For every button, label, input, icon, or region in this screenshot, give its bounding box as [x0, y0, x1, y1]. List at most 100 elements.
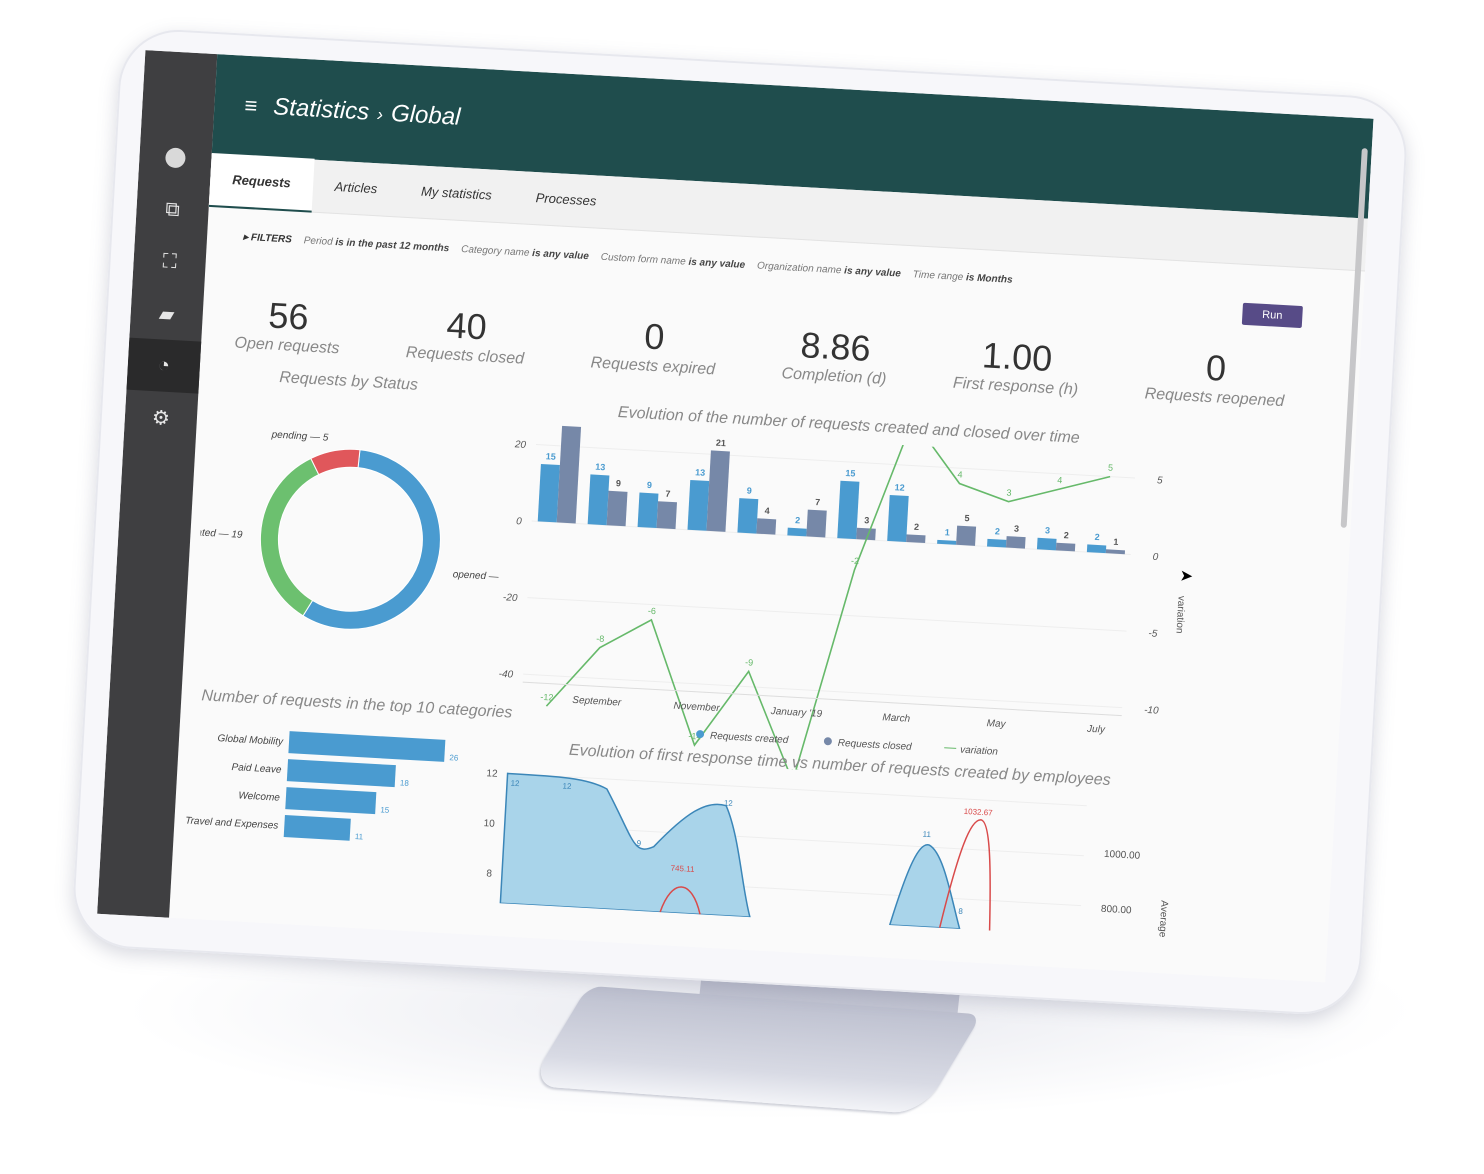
- bar-created: [737, 498, 759, 534]
- y-tick-left: -20: [503, 592, 518, 604]
- bar-created: [637, 492, 659, 529]
- breadcrumb-statistics[interactable]: Statistics: [273, 93, 370, 125]
- bar-closed: [606, 490, 628, 527]
- legend-label: variation: [960, 745, 999, 758]
- bar-closed: [656, 501, 678, 530]
- x-tick-label: January '19: [769, 706, 822, 720]
- variation-label: -12: [540, 692, 554, 703]
- legend-marker: [823, 737, 832, 746]
- statistics-icon: ◔: [157, 353, 171, 377]
- breadcrumb-separator: ›: [376, 104, 384, 125]
- settings-icon: ⚙: [151, 406, 171, 430]
- donut-chart: opened — 32created — 19pending — 5: [194, 429, 508, 630]
- bar-closed: [1055, 542, 1076, 552]
- bar-closed: [806, 509, 827, 538]
- category-bar: [285, 787, 377, 815]
- area-label: 9: [636, 839, 641, 848]
- x-tick-label: November: [673, 701, 720, 715]
- filters-toggle[interactable]: ▸ FILTERS: [243, 231, 292, 245]
- bar-created: [887, 494, 909, 542]
- area-label: 12: [562, 782, 572, 792]
- area-label: 8: [958, 907, 963, 916]
- y-tick-left: 12: [486, 768, 498, 780]
- bar-label-created: 2: [1094, 532, 1100, 542]
- filter-organization[interactable]: Organization name is any value: [757, 260, 901, 279]
- bar-created: [587, 474, 610, 526]
- workflow-icon: ⛶: [162, 249, 178, 273]
- category-value: 26: [449, 753, 459, 763]
- y-tick-left: 8: [486, 868, 493, 879]
- bar-created: [987, 538, 1007, 548]
- menu-icon[interactable]: ≡: [244, 93, 258, 120]
- kpi-completion: 8.86 Completion (d): [781, 323, 889, 389]
- bar-label-closed: 3: [1014, 523, 1020, 533]
- donut-slice-opened: [302, 449, 441, 630]
- filter-time-range[interactable]: Time range is Months: [913, 269, 1013, 286]
- tab-processes[interactable]: Processes: [512, 171, 619, 229]
- kpi-requests-closed: 40 Requests closed: [405, 302, 526, 369]
- kpi-value: 40: [445, 304, 488, 348]
- category-value: 18: [400, 778, 410, 788]
- bar-closed: [556, 421, 582, 524]
- bar-label-created: 2: [795, 515, 801, 525]
- kpi-value: 1.00: [981, 334, 1054, 380]
- sidebar-item-workflow[interactable]: ⛶: [132, 234, 207, 290]
- sidebar-item-profile[interactable]: [138, 130, 213, 186]
- category-label: Paid Leave: [231, 762, 282, 776]
- filter-custom-form[interactable]: Custom form name is any value: [600, 251, 745, 270]
- bar-created: [1036, 537, 1057, 551]
- kpi-requests-reopened: 0 Requests reopened: [1144, 343, 1287, 411]
- donut-slice-pending: [310, 448, 361, 476]
- variation-label: -9: [745, 657, 754, 667]
- bar-label-created: 13: [595, 462, 606, 473]
- sidebar-item-statistics[interactable]: ◔: [126, 337, 202, 394]
- screen: ⧉ ⛶ ▰ ◔ ⚙ ≡ Statistics › Global Requests A…: [97, 50, 1374, 983]
- donut-slice-created: [259, 457, 320, 617]
- x-tick-label: March: [882, 712, 911, 725]
- categories-title: Number of requests in the top 10 categor…: [200, 687, 513, 722]
- sidebar-item-knowledge[interactable]: ▰: [129, 286, 204, 342]
- kpi-open-requests: 56 Open requests: [234, 293, 342, 359]
- y-axis-label-right: variation: [1173, 595, 1186, 633]
- bar-label-closed: 9: [616, 478, 622, 488]
- sidebar-item-settings[interactable]: ⚙: [124, 390, 199, 446]
- filter-category[interactable]: Category name is any value: [461, 244, 589, 262]
- evolution-chart: 200-20-4050-5-10variation152713997132194…: [498, 421, 1187, 784]
- filters-label: FILTERS: [250, 231, 293, 246]
- category-value: 11: [355, 832, 364, 841]
- donut-title: Requests by Status: [278, 369, 419, 394]
- bar-closed: [956, 525, 977, 546]
- run-button[interactable]: Run: [1241, 302, 1303, 329]
- variation-line: [545, 421, 1111, 784]
- sidebar-item-requests[interactable]: ⧉: [135, 182, 210, 238]
- tab-articles[interactable]: Articles: [311, 160, 400, 217]
- filter-period[interactable]: Period is in the past 12 months: [303, 235, 449, 254]
- category-label: Travel and Expenses: [185, 816, 279, 832]
- monitor: ⧉ ⛶ ▰ ◔ ⚙ ≡ Statistics › Global Requests A…: [70, 26, 1410, 1018]
- kpi-value: 8.86: [799, 324, 872, 369]
- legend-label: Requests created: [710, 731, 789, 746]
- category-label: Welcome: [238, 790, 280, 803]
- y-tick-right: 800.00: [1101, 904, 1133, 917]
- bar-label-created: 2: [995, 526, 1001, 536]
- tab-requests[interactable]: Requests: [208, 152, 315, 213]
- gridline: [527, 597, 1127, 632]
- x-tick-label: September: [572, 695, 622, 709]
- gridline: [535, 443, 1136, 479]
- variation-label: 3: [1006, 488, 1012, 498]
- donut-label: pending — 5: [270, 429, 329, 443]
- tab-my-statistics[interactable]: My statistics: [398, 164, 516, 222]
- area-label: 11: [922, 830, 931, 839]
- y-axis-label-right: Average: [1156, 900, 1169, 938]
- categories-chart: Global Mobility 26 Paid Leave 18 Welcome 15 Tr…: [185, 731, 459, 841]
- category-bar: [288, 731, 446, 762]
- x-tick-label: July: [1086, 724, 1106, 736]
- breadcrumb-global: Global: [390, 99, 462, 131]
- bar-label-closed: 7: [665, 489, 671, 499]
- variation-label: 4: [957, 469, 963, 479]
- legend-label: Requests closed: [837, 738, 912, 753]
- bar-label-closed: 4: [764, 506, 770, 516]
- bar-label-closed: 3: [864, 515, 870, 525]
- bar-created: [787, 527, 807, 537]
- bar-closed: [706, 450, 730, 532]
